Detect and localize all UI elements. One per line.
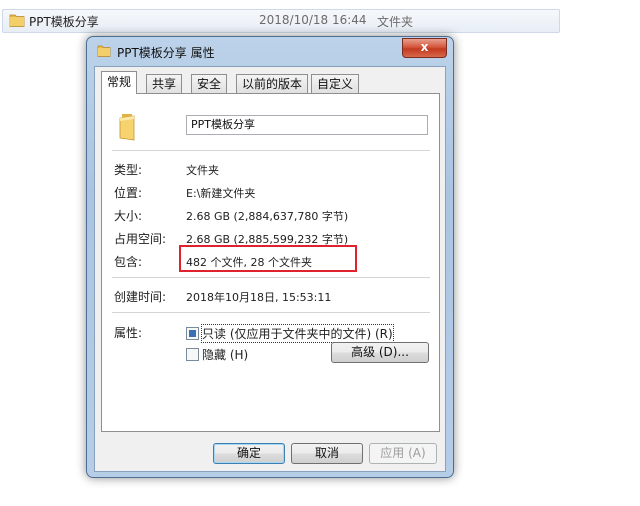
tab-previous-versions[interactable]: 以前的版本 [236, 74, 309, 93]
close-button[interactable]: x [402, 38, 447, 58]
contains-label: 包含: [114, 255, 143, 269]
hidden-label[interactable]: 隐藏 (H) [202, 346, 248, 363]
folder-icon [97, 44, 111, 61]
file-type: 文件夹 [377, 15, 414, 29]
dialog-title: PPT模板分享 属性 [117, 46, 215, 60]
hidden-checkbox[interactable] [186, 348, 199, 361]
close-icon: x [420, 40, 429, 54]
size-value: 2.68 GB (2,884,637,780 字节) [186, 210, 349, 223]
location-value: E:\新建文件夹 [186, 187, 256, 200]
type-value: 文件夹 [186, 164, 219, 177]
file-date: 2018/10/18 16:44 [259, 13, 367, 27]
file-list-row[interactable]: PPT模板分享 2018/10/18 16:44 文件夹 [2, 9, 560, 33]
general-panel: PPT模板分享 类型: 文件夹 位置: E:\新建文件夹 大小: 2.68 GB… [101, 93, 440, 432]
folder-icon [9, 13, 25, 30]
type-label: 类型: [114, 163, 143, 177]
created-label: 创建时间: [114, 290, 167, 304]
tab-security[interactable]: 安全 [191, 74, 228, 93]
size-label: 大小: [114, 209, 143, 223]
readonly-label[interactable]: 只读 (仅应用于文件夹中的文件) (R) [201, 324, 394, 343]
contains-value: 482 个文件, 28 个文件夹 [186, 256, 312, 269]
location-label: 位置: [114, 186, 143, 200]
apply-button[interactable]: 应用 (A) [369, 443, 437, 464]
title-bar[interactable]: PPT模板分享 属性 x [87, 37, 453, 65]
tab-general[interactable]: 常规 [101, 71, 138, 94]
properties-dialog: PPT模板分享 属性 x 常规 共享 安全 以前的版本 自定义 PPT模板分享 … [86, 36, 454, 478]
divider [112, 312, 430, 313]
tab-customize[interactable]: 自定义 [311, 74, 360, 93]
readonly-checkbox[interactable] [186, 327, 199, 340]
dialog-client: 常规 共享 安全 以前的版本 自定义 PPT模板分享 类型: 文件夹 位置: E… [94, 66, 446, 472]
attributes-label: 属性: [114, 326, 143, 340]
ok-button[interactable]: 确定 [213, 443, 285, 464]
created-value: 2018年10月18日, 15:53:11 [186, 291, 332, 304]
folder-icon [114, 110, 146, 145]
divider [112, 150, 430, 151]
tab-sharing[interactable]: 共享 [146, 74, 183, 93]
advanced-button[interactable]: 高级 (D)... [331, 342, 429, 363]
size-on-disk-label: 占用空间: [114, 232, 167, 246]
cancel-button[interactable]: 取消 [291, 443, 363, 464]
folder-name-input[interactable]: PPT模板分享 [186, 115, 428, 135]
divider [112, 277, 430, 278]
file-name: PPT模板分享 [29, 15, 99, 29]
